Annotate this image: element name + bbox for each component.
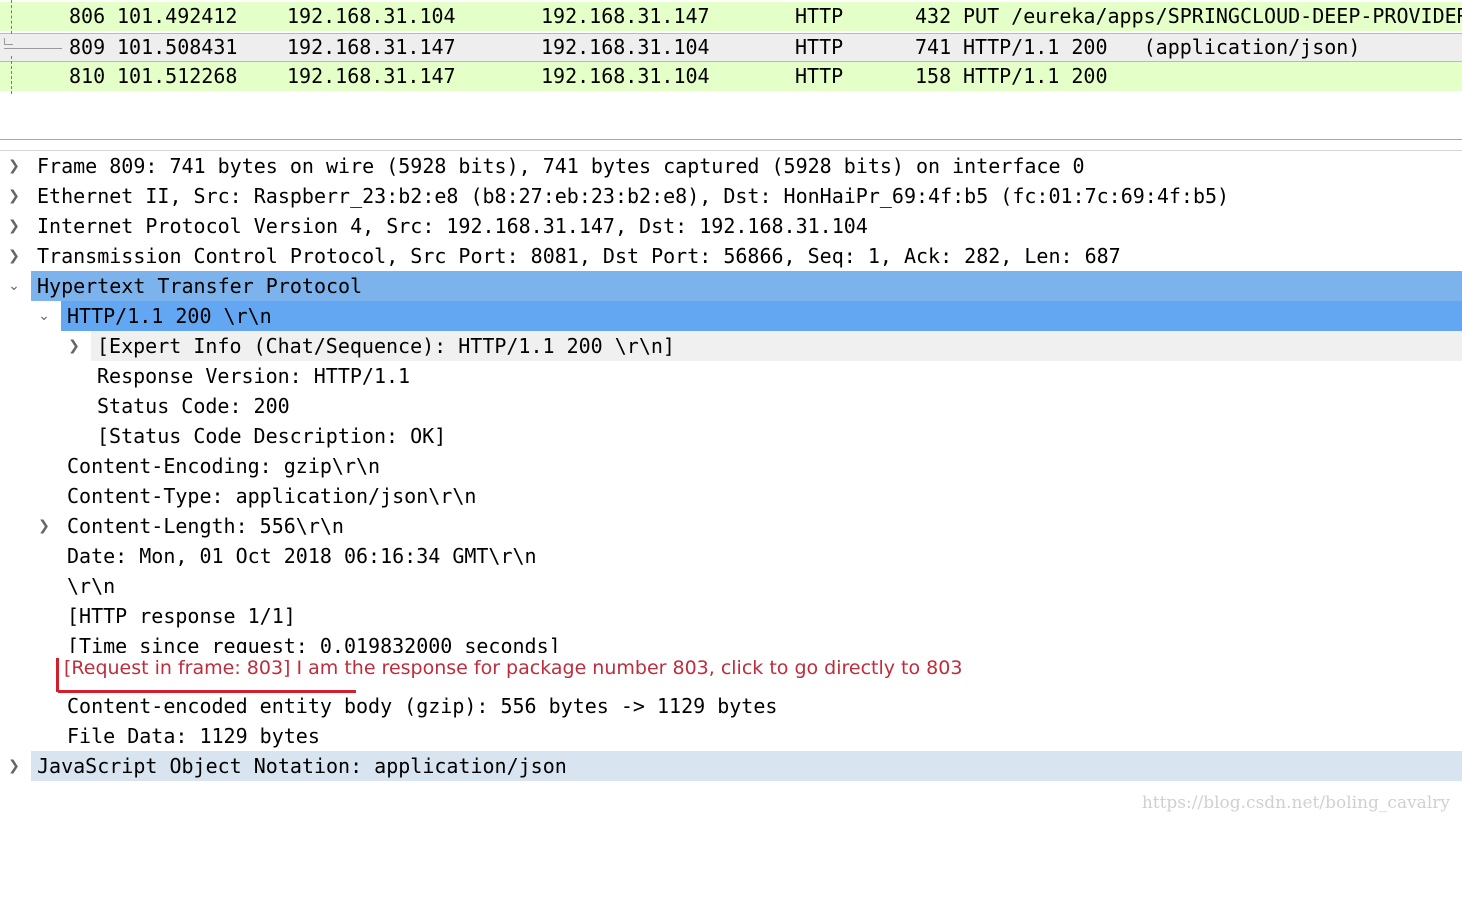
request-in-frame-annotation[interactable]: [Request in frame: 803] I am the respons… bbox=[64, 654, 962, 682]
related-packet-corner bbox=[4, 38, 13, 45]
annotation-underline bbox=[58, 690, 356, 693]
packet-number: 810 bbox=[69, 64, 106, 88]
tree-item-label: JavaScript Object Notation: application/… bbox=[37, 754, 567, 778]
tree-item-label: Content-Encoding: gzip\r\n bbox=[67, 454, 381, 478]
packet-time: 101.512268 bbox=[117, 64, 238, 88]
tree-item-status-desc[interactable]: [Status Code Description: OK] bbox=[0, 421, 1462, 451]
tree-item-label: [HTTP response 1/1] bbox=[67, 604, 296, 628]
tree-item-label: [Expert Info (Chat/Sequence): HTTP/1.1 2… bbox=[97, 334, 675, 358]
packet-source: 192.168.31.104 bbox=[287, 4, 456, 28]
tree-item-label: Date: Mon, 01 Oct 2018 06:16:34 GMT\r\n bbox=[67, 544, 537, 568]
packet-list: 806 101.492412 192.168.31.104 192.168.31… bbox=[0, 0, 1462, 94]
tree-item-label: Ethernet II, Src: Raspberr_23:b2:e8 (b8:… bbox=[37, 184, 1230, 208]
chevron-right-icon[interactable]: ❯ bbox=[36, 511, 52, 541]
packet-row-selected[interactable]: 809 101.508431 192.168.31.147 192.168.31… bbox=[0, 33, 1462, 62]
chevron-right-icon[interactable]: ❯ bbox=[6, 241, 22, 271]
tree-item-response-version[interactable]: Response Version: HTTP/1.1 bbox=[0, 361, 1462, 391]
packet-info: PUT /eureka/apps/SPRINGCLOUD-DEEP-PROVID… bbox=[963, 4, 1462, 28]
packet-row[interactable]: 806 101.492412 192.168.31.104 192.168.31… bbox=[0, 2, 1462, 31]
tree-item-ip[interactable]: ❯ Internet Protocol Version 4, Src: 192.… bbox=[0, 211, 1462, 241]
tree-item-label: Frame 809: 741 bytes on wire (5928 bits)… bbox=[37, 154, 1085, 178]
packet-time: 101.492412 bbox=[117, 4, 238, 28]
tree-item-label: Content-Length: 556\r\n bbox=[67, 514, 344, 538]
tree-item-file-data[interactable]: File Data: 1129 bytes bbox=[0, 721, 1462, 751]
packet-number: 809 bbox=[69, 35, 106, 59]
packet-protocol: HTTP bbox=[795, 4, 844, 28]
tree-item-content-length[interactable]: ❯ Content-Length: 556\r\n bbox=[0, 511, 1462, 541]
related-packet-tick bbox=[4, 48, 62, 49]
tree-item-label: Content-Type: application/json\r\n bbox=[67, 484, 477, 508]
tree-item-expert-info[interactable]: ❯ [Expert Info (Chat/Sequence): HTTP/1.1… bbox=[0, 331, 1462, 361]
tree-item-label: Response Version: HTTP/1.1 bbox=[97, 364, 411, 388]
packet-length: 741 bbox=[915, 35, 952, 59]
watermark: https://blog.csdn.net/boling_cavalry bbox=[1141, 793, 1450, 813]
tree-item-content-encoded[interactable]: Content-encoded entity body (gzip): 556 … bbox=[0, 691, 1462, 721]
packet-source: 192.168.31.147 bbox=[287, 35, 456, 59]
tree-item-frame[interactable]: ❯ Frame 809: 741 bytes on wire (5928 bit… bbox=[0, 151, 1462, 181]
chevron-right-icon[interactable]: ❯ bbox=[6, 181, 22, 211]
related-packet-line bbox=[11, 0, 13, 34]
tree-item-label: Hypertext Transfer Protocol bbox=[37, 274, 363, 298]
chevron-down-icon[interactable]: ⌄ bbox=[6, 271, 22, 301]
packet-row[interactable]: 810 101.512268 192.168.31.147 192.168.31… bbox=[0, 62, 1462, 91]
packet-protocol: HTTP bbox=[795, 64, 844, 88]
tree-item-label: HTTP/1.1 200 \r\n bbox=[67, 304, 272, 328]
tree-item-label: File Data: 1129 bytes bbox=[67, 724, 320, 748]
packet-info: HTTP/1.1 200 (application/json) bbox=[963, 35, 1361, 59]
packet-protocol: HTTP bbox=[795, 35, 844, 59]
tree-item-status-line[interactable]: ⌄ HTTP/1.1 200 \r\n bbox=[0, 301, 1462, 331]
packet-length: 432 bbox=[915, 4, 952, 28]
tree-item-crlf[interactable]: \r\n bbox=[0, 571, 1462, 601]
tree-item-ethernet[interactable]: ❯ Ethernet II, Src: Raspberr_23:b2:e8 (b… bbox=[0, 181, 1462, 211]
tree-item-label: \r\n bbox=[67, 574, 116, 598]
pane-splitter[interactable] bbox=[0, 139, 1462, 140]
packet-time: 101.508431 bbox=[117, 35, 238, 59]
chevron-down-icon[interactable]: ⌄ bbox=[36, 301, 52, 331]
chevron-right-icon[interactable]: ❯ bbox=[66, 331, 82, 361]
packet-length: 158 bbox=[915, 64, 952, 88]
related-packet-line bbox=[11, 56, 13, 94]
tree-item-content-encoding[interactable]: Content-Encoding: gzip\r\n bbox=[0, 451, 1462, 481]
packet-destination: 192.168.31.104 bbox=[541, 35, 710, 59]
packet-detail-tree: ❯ Frame 809: 741 bytes on wire (5928 bit… bbox=[0, 151, 1462, 791]
chevron-right-icon[interactable]: ❯ bbox=[6, 751, 22, 781]
packet-source: 192.168.31.147 bbox=[287, 64, 456, 88]
annotation-marker-vertical bbox=[56, 658, 59, 692]
tree-item-content-type[interactable]: Content-Type: application/json\r\n bbox=[0, 481, 1462, 511]
tree-item-label: Content-encoded entity body (gzip): 556 … bbox=[67, 694, 778, 718]
packet-info: HTTP/1.1 200 bbox=[963, 64, 1108, 88]
packet-number: 806 bbox=[69, 4, 106, 28]
tree-item-time-since[interactable]: [Time since request: 0.019832000 seconds… bbox=[0, 631, 1462, 653]
tree-item-label: [Time since request: 0.019832000 seconds… bbox=[67, 634, 561, 653]
chevron-right-icon[interactable]: ❯ bbox=[6, 151, 22, 181]
tree-item-label: Internet Protocol Version 4, Src: 192.16… bbox=[37, 214, 868, 238]
tree-item-label: Transmission Control Protocol, Src Port:… bbox=[37, 244, 1121, 268]
tree-item-label: [Status Code Description: OK] bbox=[97, 424, 447, 448]
tree-item-tcp[interactable]: ❯ Transmission Control Protocol, Src Por… bbox=[0, 241, 1462, 271]
chevron-right-icon[interactable]: ❯ bbox=[6, 211, 22, 241]
tree-item-label: Status Code: 200 bbox=[97, 394, 290, 418]
packet-destination: 192.168.31.104 bbox=[541, 64, 710, 88]
packet-destination: 192.168.31.147 bbox=[541, 4, 710, 28]
tree-item-status-code[interactable]: Status Code: 200 bbox=[0, 391, 1462, 421]
tree-item-json[interactable]: ❯ JavaScript Object Notation: applicatio… bbox=[0, 751, 1462, 781]
tree-item-http-response[interactable]: [HTTP response 1/1] bbox=[0, 601, 1462, 631]
tree-item-http[interactable]: ⌄ Hypertext Transfer Protocol bbox=[0, 271, 1462, 301]
tree-item-date[interactable]: Date: Mon, 01 Oct 2018 06:16:34 GMT\r\n bbox=[0, 541, 1462, 571]
